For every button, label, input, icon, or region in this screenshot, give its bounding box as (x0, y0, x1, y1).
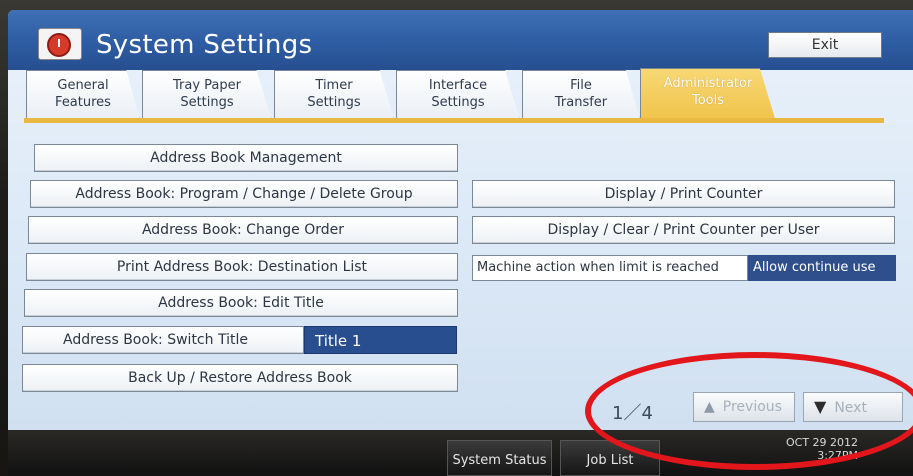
tab-timer-settings[interactable]: Timer Settings (274, 70, 394, 120)
tab-administrator-tools[interactable]: Administrator Tools (640, 68, 776, 122)
tab-label: Features (55, 95, 111, 110)
tab-file-transfer[interactable]: File Transfer (522, 70, 640, 120)
system-status-button[interactable]: System Status (447, 440, 552, 476)
page-title: System Settings (96, 30, 313, 60)
exit-button[interactable]: Exit (768, 32, 882, 58)
backup-restore-address-book-button[interactable]: Back Up / Restore Address Book (22, 364, 458, 392)
tab-label: General (57, 78, 109, 93)
red-annotation-circle (585, 352, 913, 470)
switch-title-value[interactable]: Title 1 (304, 326, 457, 354)
tab-interface-settings[interactable]: Interface Settings (396, 70, 520, 120)
tab-label: Transfer (554, 95, 608, 110)
tab-label: Settings (180, 95, 234, 110)
tab-label: Settings (307, 95, 361, 110)
limit-action-value[interactable]: Allow continue use (748, 255, 896, 281)
limit-action-label[interactable]: Machine action when limit is reached (472, 255, 748, 281)
tab-label: Timer (315, 78, 353, 93)
address-book-change-order-button[interactable]: Address Book: Change Order (28, 216, 458, 244)
tab-label: File (570, 78, 592, 93)
display-clear-print-counter-per-user-button[interactable]: Display / Clear / Print Counter per User (472, 216, 895, 244)
tab-label: Tools (691, 93, 725, 108)
tab-general-features[interactable]: General Features (26, 70, 140, 120)
print-address-book-button[interactable]: Print Address Book: Destination List (26, 253, 458, 281)
tab-label: Administrator (663, 76, 753, 91)
tab-tray-paper-settings[interactable]: Tray Paper Settings (142, 70, 272, 120)
display-print-counter-button[interactable]: Display / Print Counter (472, 180, 895, 208)
tab-label: Interface (428, 78, 488, 93)
settings-tabs: General Features Tray Paper Settings Tim… (24, 62, 884, 122)
tab-label: Settings (431, 95, 485, 110)
tab-label: Tray Paper (173, 78, 241, 93)
address-book-edit-title-button[interactable]: Address Book: Edit Title (24, 289, 458, 317)
system-settings-icon (38, 28, 82, 60)
address-book-program-group-button[interactable]: Address Book: Program / Change / Delete … (30, 180, 458, 208)
title-bar: System Settings Exit (8, 10, 913, 70)
tab-underline (24, 118, 884, 123)
address-book-management-button[interactable]: Address Book Management (34, 144, 458, 172)
switch-title-button[interactable]: Address Book: Switch Title (22, 326, 304, 354)
